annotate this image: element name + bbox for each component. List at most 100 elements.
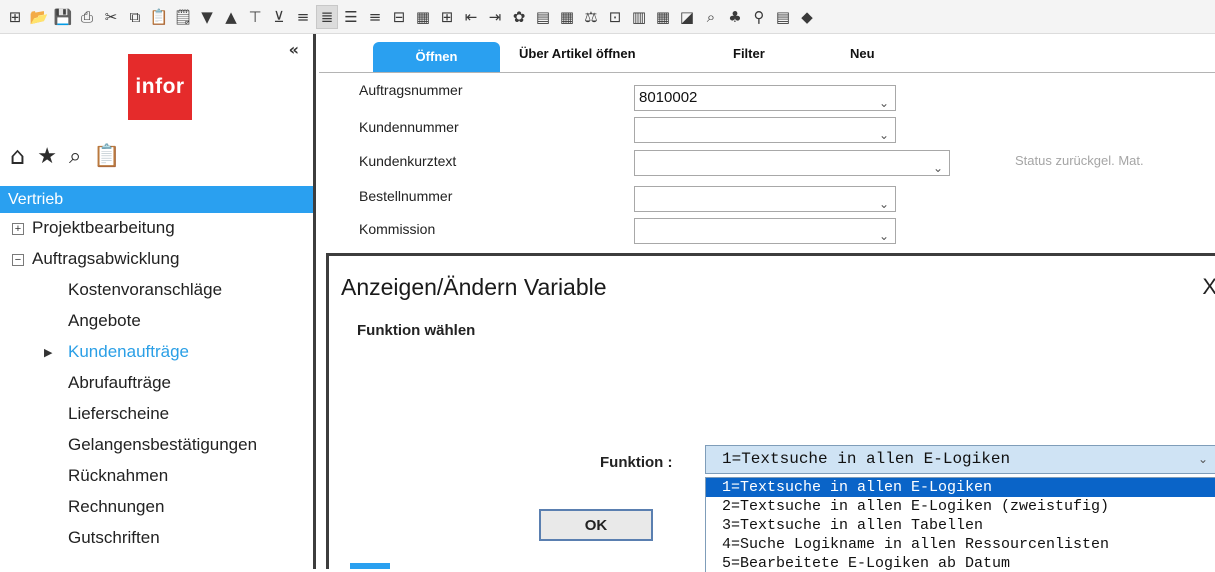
tree-item-label: Projektbearbeitung	[32, 218, 175, 237]
diamond-icon[interactable]: ◆	[796, 5, 818, 29]
tree-item-label: Kostenvoranschläge	[68, 280, 223, 299]
clipboard-icon[interactable]: 🗒	[172, 5, 194, 29]
right-box-icon[interactable]: ⇥	[484, 5, 506, 29]
dialog-heading: Funktion wählen	[357, 322, 476, 339]
label-kommission: Kommission	[359, 221, 436, 237]
star-icon[interactable]: ★	[37, 144, 57, 169]
label-auftragsnummer: Auftragsnummer	[359, 82, 463, 98]
expand-arrow-icon[interactable]: ▶	[44, 346, 52, 359]
tree-item[interactable]: Kundenaufträge	[68, 342, 189, 362]
chevron-down-icon[interactable]: ⌄	[879, 91, 889, 115]
tree-item[interactable]: Angebote	[68, 311, 141, 331]
close-icon[interactable]: X	[1202, 274, 1215, 300]
function-option[interactable]: 1=Textsuche in allen E-Logiken	[706, 478, 1215, 497]
label-kundenkurztext: Kundenkurztext	[359, 153, 457, 169]
tree-item[interactable]: Gutschriften	[68, 528, 160, 548]
chevron-down-icon[interactable]: ⌄	[879, 192, 889, 216]
search-icon[interactable]: ⌕	[69, 144, 81, 169]
document-icon[interactable]: ▤	[532, 5, 554, 29]
left-box-icon[interactable]: ⇤	[460, 5, 482, 29]
collapse-icon[interactable]: −	[12, 254, 24, 266]
logo-text: infor	[135, 75, 185, 98]
tree-item[interactable]: Gelangensbestätigungen	[68, 435, 257, 455]
tree-item-label: Auftragsabwicklung	[32, 249, 180, 268]
search-doc-icon[interactable]: ⌕	[700, 5, 722, 29]
tree-item-label: Angebote	[68, 311, 141, 330]
tree-item[interactable]: + Projektbearbeitung	[12, 218, 175, 238]
collapse-sidebar-button[interactable]: «	[289, 40, 299, 59]
export-icon[interactable]: ▤	[772, 5, 794, 29]
line-chart-icon[interactable]: ◪	[676, 5, 698, 29]
filter-icon[interactable]: ⊤	[244, 5, 266, 29]
tool-icon[interactable]: ⊞	[436, 5, 458, 29]
function-option[interactable]: 5=Bearbeitete E-Logiken ab Datum	[706, 554, 1215, 572]
home-icon[interactable]: ⌂	[10, 142, 25, 170]
print-icon[interactable]: ⎙	[76, 5, 98, 29]
tab-oeffnen[interactable]: Öffnen	[373, 42, 500, 72]
tree-item-label: Gutschriften	[68, 528, 160, 547]
chart-bar-icon[interactable]: ▥	[628, 5, 650, 29]
tree-item[interactable]: Rücknahmen	[68, 466, 168, 486]
function-option[interactable]: 2=Textsuche in allen E-Logiken (zweistuf…	[706, 497, 1215, 516]
save-icon[interactable]: 💾	[52, 5, 74, 29]
tree-item-label: Lieferscheine	[68, 404, 170, 423]
tab-bar: Öffnen Über Artikel öffnen Filter Neu	[319, 34, 1215, 72]
tab-filter[interactable]: Filter	[733, 46, 765, 61]
auftragsnummer-field[interactable]: 8010002 ⌄	[634, 85, 896, 111]
expand-icon[interactable]: +	[12, 223, 24, 235]
tree-item[interactable]: Kostenvoranschläge	[68, 280, 222, 300]
tree-item-label: Rechnungen	[68, 497, 165, 516]
infor-logo: infor	[128, 54, 192, 120]
label-bestellnummer: Bestellnummer	[359, 188, 453, 204]
list-alt-icon[interactable]: ☰	[340, 5, 362, 29]
gear-icon[interactable]: ✿	[508, 5, 530, 29]
grid-icon[interactable]: ⊡	[604, 5, 626, 29]
paste-icon[interactable]: 📋	[148, 5, 170, 29]
ok-button[interactable]: OK	[539, 509, 653, 541]
cut-icon[interactable]: ✂	[100, 5, 122, 29]
function-select-value: 1=Textsuche in allen E-Logiken	[722, 450, 1011, 468]
function-option[interactable]: 3=Textsuche in allen Tabellen	[706, 516, 1215, 535]
list-icon[interactable]: ≡	[292, 5, 314, 29]
tree-item[interactable]: Abrufaufträge	[68, 373, 171, 393]
arrow-up-icon[interactable]: ▲	[220, 5, 242, 29]
list-lines-icon[interactable]: ≡	[364, 5, 386, 29]
warning-icon[interactable]: ♣	[724, 5, 746, 29]
clear-filter-icon[interactable]: ⊻	[268, 5, 290, 29]
chevron-down-icon[interactable]: ⌄	[1198, 446, 1208, 473]
tree-item-label: Abrufaufträge	[68, 373, 172, 392]
calculator-icon[interactable]: ▦	[556, 5, 578, 29]
chevron-down-icon[interactable]: ⌄	[879, 123, 889, 147]
copy-icon[interactable]: ⧉	[124, 5, 146, 29]
tree-header-vertrieb[interactable]: Vertrieb	[0, 186, 313, 213]
function-select[interactable]: 1=Textsuche in allen E-Logiken ⌄	[705, 445, 1215, 474]
sts-icon[interactable]: ⚲	[748, 5, 770, 29]
kommission-field[interactable]: ⌄	[634, 218, 896, 244]
clipboard-icon[interactable]: 📋	[93, 144, 120, 169]
kundenkurztext-field[interactable]: ⌄	[634, 150, 950, 176]
bestellnummer-field[interactable]: ⌄	[634, 186, 896, 212]
tree-item[interactable]: Rechnungen	[68, 497, 164, 517]
tree-item-label: Gelangensbestätigungen	[68, 435, 258, 454]
new-icon[interactable]: ⊞	[4, 5, 26, 29]
table-edit-icon[interactable]: ▦	[652, 5, 674, 29]
chevron-down-icon[interactable]: ⌄	[933, 156, 943, 180]
tree-item-label: Rücknahmen	[68, 466, 169, 485]
scroll-indicator	[350, 563, 390, 569]
scales-icon[interactable]: ⚖	[580, 5, 602, 29]
tab-neu[interactable]: Neu	[850, 46, 875, 61]
tree-item-label: Kundenaufträge	[68, 342, 189, 361]
kundennummer-field[interactable]: ⌄	[634, 117, 896, 143]
tree-item[interactable]: − Auftragsabwicklung	[12, 249, 179, 269]
tree-icon[interactable]: ⊟	[388, 5, 410, 29]
variable-dialog: Anzeigen/Ändern Variable X Funktion wähl…	[326, 253, 1215, 572]
list-active-icon[interactable]: ≣	[316, 4, 338, 29]
chevron-down-icon[interactable]: ⌄	[879, 224, 889, 248]
open-folder-icon[interactable]: 📂	[28, 5, 50, 29]
table-icon[interactable]: ▦	[412, 5, 434, 29]
arrow-down-icon[interactable]: ▼	[196, 5, 218, 29]
function-option[interactable]: 4=Suche Logikname in allen Ressourcenlis…	[706, 535, 1215, 554]
tree-item[interactable]: Lieferscheine	[68, 404, 169, 424]
tab-ueber-artikel-oeffnen[interactable]: Über Artikel öffnen	[519, 46, 636, 61]
function-label: Funktion :	[600, 454, 673, 471]
